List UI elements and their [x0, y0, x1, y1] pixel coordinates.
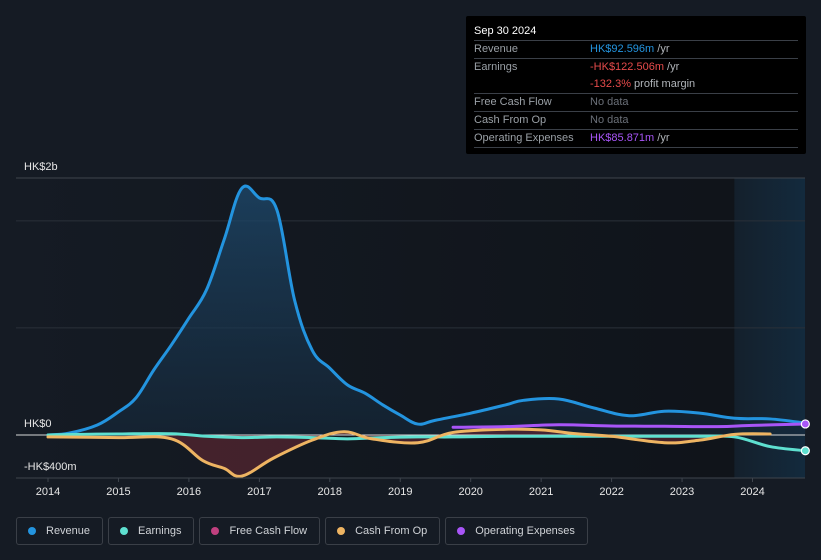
tooltip-row-label: Free Cash Flow [474, 96, 552, 108]
tooltip-row: Revenue HK$92.596m /yr [474, 40, 798, 58]
x-tick-label: 2020 [458, 486, 482, 498]
tooltip-row-value: HK$92.596m /yr [590, 41, 670, 58]
tooltip-value-unit: /yr [654, 43, 670, 55]
tooltip-value-number: HK$92.596m [590, 43, 655, 55]
tooltip-value-number: No data [590, 114, 629, 126]
legend-dot-icon [457, 527, 466, 535]
tooltip-row: Operating Expenses HK$85.871m /yr [474, 129, 798, 147]
tooltip-row: -132.3% profit margin [474, 76, 798, 93]
x-axis-ticks: 2014 2015 2016 2017 2018 2019 2020 2021 2022 2023… [36, 478, 765, 498]
operating-expenses-end-marker[interactable] [800, 419, 810, 429]
legend-dot-icon [211, 527, 220, 535]
legend-item-operating-expenses[interactable]: Operating Expenses [445, 517, 588, 545]
x-tick-label: 2022 [599, 486, 623, 498]
x-tick-label: 2015 [106, 486, 130, 498]
tooltip-value-number: HK$85.871m [590, 132, 655, 144]
tooltip-row-value: -132.3% profit margin [590, 76, 695, 93]
x-tick-label: 2014 [36, 486, 60, 498]
x-tick-label: 2018 [318, 486, 342, 498]
tooltip-value-number: No data [590, 96, 629, 108]
tooltip-row: Earnings -HK$122.506m /yr [474, 58, 798, 76]
tooltip-value-number: -132.3% [590, 78, 631, 90]
tooltip-row-value: No data [590, 112, 629, 129]
tooltip-panel: Sep 30 2024 Revenue HK$92.596m /yr Earning… [466, 16, 806, 154]
legend-label: Revenue [46, 525, 91, 537]
legend-item-free-cash-flow[interactable]: Free Cash Flow [199, 517, 321, 545]
tooltip-row-label: Revenue [474, 43, 519, 55]
tooltip-divider [474, 147, 798, 148]
y-axis-label: HK$0 [24, 418, 52, 430]
tooltip-rows: Revenue HK$92.596m /yr Earnings -HK$122.506… [474, 40, 798, 147]
chart-legend: Revenue Earnings Free Cash Flow Cash From O… [16, 517, 588, 545]
x-tick-label: 2024 [740, 486, 764, 498]
x-tick-label: 2021 [529, 486, 553, 498]
tooltip-row-value: HK$85.871m /yr [590, 130, 670, 147]
legend-label: Earnings [138, 525, 182, 537]
y-axis-label: HK$2b [24, 161, 58, 173]
y-axis-label: -HK$400m [24, 461, 77, 473]
tooltip-row-value: No data [590, 94, 629, 111]
legend-dot-icon [28, 527, 36, 535]
tooltip-row: Cash From Op No data [474, 111, 798, 129]
legend-item-revenue[interactable]: Revenue [16, 517, 104, 545]
tooltip-row-label: Earnings [474, 61, 518, 73]
x-tick-label: 2017 [247, 486, 271, 498]
legend-dot-icon [337, 527, 346, 535]
legend-item-cash-from-op[interactable]: Cash From Op [325, 517, 441, 545]
tooltip-value-unit: profit margin [630, 78, 696, 90]
legend-label: Cash From Op [355, 525, 428, 537]
x-tick-label: 2016 [177, 486, 201, 498]
tooltip-value-unit: /yr [654, 132, 670, 144]
legend-dot-icon [120, 527, 129, 535]
earnings-end-marker[interactable] [800, 446, 810, 456]
tooltip-value-unit: /yr [664, 61, 680, 73]
legend-label: Free Cash Flow [229, 525, 308, 537]
tooltip-row-label: Cash From Op [474, 114, 547, 126]
x-tick-label: 2019 [388, 486, 412, 498]
legend-label: Operating Expenses [475, 525, 575, 537]
tooltip-date: Sep 30 2024 [474, 25, 537, 37]
tooltip-value-number: -HK$122.506m [590, 61, 664, 73]
tooltip-row-value: -HK$122.506m /yr [590, 59, 679, 76]
tooltip-row: Free Cash Flow No data [474, 93, 798, 111]
tooltip-row-label: Operating Expenses [474, 132, 574, 144]
tooltip-row-label [474, 76, 590, 93]
x-tick-label: 2023 [670, 486, 694, 498]
legend-item-earnings[interactable]: Earnings [108, 517, 195, 545]
